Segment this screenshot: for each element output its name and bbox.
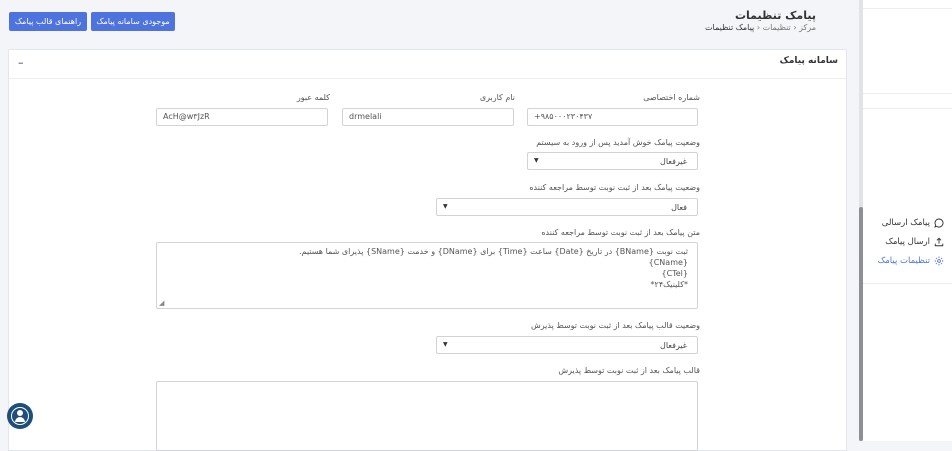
card-header: سامانه پیامک – (9, 50, 846, 79)
divider (863, 283, 952, 284)
message-icon (934, 218, 944, 228)
support-icon-head (17, 410, 23, 416)
reception-status-label: وضعیت قالب پیامک بعد از ثبت نوبت توسط پذ… (530, 321, 700, 330)
breadcrumb-item[interactable]: مرکز (799, 23, 816, 32)
welcome-status-select[interactable]: غیرفعال ▼ (527, 152, 698, 170)
caret-down-icon: ▼ (443, 203, 448, 210)
caret-down-icon: ▼ (534, 157, 539, 164)
sidebar-item-label: تنظیمات پیامک (877, 256, 930, 266)
after-booking-text-label: متن پیامک بعد از ثبت نوبت توسط مراجعه کن… (541, 228, 700, 237)
after-booking-status-value: فعال (671, 203, 687, 212)
resize-handle-icon[interactable]: ◢ (159, 299, 164, 307)
phone-input[interactable] (527, 108, 698, 126)
divider (863, 93, 952, 94)
reception-status-select[interactable]: غیرفعال ▼ (436, 336, 698, 354)
upload-icon (934, 237, 944, 247)
username-label: نام کاربری (479, 93, 515, 102)
reception-status-value: غیرفعال (660, 341, 687, 350)
gear-icon (934, 256, 944, 266)
divider (863, 108, 952, 109)
sidebar-item-sent-sms[interactable]: پیامک ارسالی (882, 218, 944, 228)
page-title: پیامک تنظیمات (734, 9, 816, 22)
sms-system-card: سامانه پیامک – شماره اختصاصی نام کاربری … (8, 49, 847, 451)
breadcrumb-separator: ‹ (756, 23, 761, 32)
sidebar-item-label: پیامک ارسالی (881, 218, 930, 228)
card-title: سامانه پیامک (779, 56, 838, 66)
sidebar: پیامک ارسالی ارسال پیامک تنظیمات پیامک (863, 0, 952, 441)
after-booking-status-select[interactable]: فعال ▼ (436, 198, 698, 216)
sms-template-guide-button[interactable]: راهنمای قالب پیامک (9, 12, 87, 31)
text-line: *کلینیک۲۴* (650, 280, 688, 289)
text-line: {CName} (648, 258, 688, 267)
breadcrumb: مرکز ‹ تنظیمات ‹ پیامک تنظیمات (705, 23, 816, 32)
text-line: {CTel} (661, 269, 688, 278)
divider (863, 8, 952, 9)
password-input[interactable] (156, 108, 328, 126)
phone-label: شماره اختصاصی (643, 93, 700, 102)
welcome-status-value: غیرفعال (660, 157, 687, 166)
page-header: پیامک تنظیمات مرکز ‹ تنظیمات ‹ پیامک تنظ… (0, 0, 860, 48)
caret-down-icon: ▼ (443, 341, 448, 348)
sidebar-item-send-sms[interactable]: ارسال پیامک (885, 237, 944, 247)
reception-template-label: قالب پیامک بعد از ثبت نوبت توسط پذیرش (558, 366, 700, 375)
support-icon-body (15, 417, 25, 422)
username-input[interactable] (342, 108, 514, 126)
sidebar-item-label: ارسال پیامک (885, 237, 930, 247)
support-chat-button[interactable] (7, 403, 33, 429)
breadcrumb-separator: ‹ (793, 23, 797, 32)
after-booking-status-label: وضعیت پیامک بعد از ثبت نوبت توسط مراجعه … (529, 183, 700, 192)
after-booking-text-area[interactable]: ثبت نوبت {BName} در تاریخ {Date} ساعت {T… (156, 242, 698, 309)
password-label: کلمه عبور (296, 93, 330, 102)
text-line: ثبت نوبت {BName} در تاریخ {Date} ساعت {T… (298, 247, 688, 256)
welcome-status-label: وضعیت پیامک خوش آمدید پس از ورود به سیست… (536, 138, 700, 147)
sidebar-item-sms-settings[interactable]: تنظیمات پیامک (878, 256, 944, 266)
breadcrumb-current: پیامک تنظیمات (704, 23, 755, 32)
sms-inventory-button[interactable]: موجودی سامانه پیامک (91, 12, 175, 31)
collapse-icon[interactable]: – (18, 56, 24, 69)
breadcrumb-item[interactable]: تنظیمات (763, 23, 791, 32)
